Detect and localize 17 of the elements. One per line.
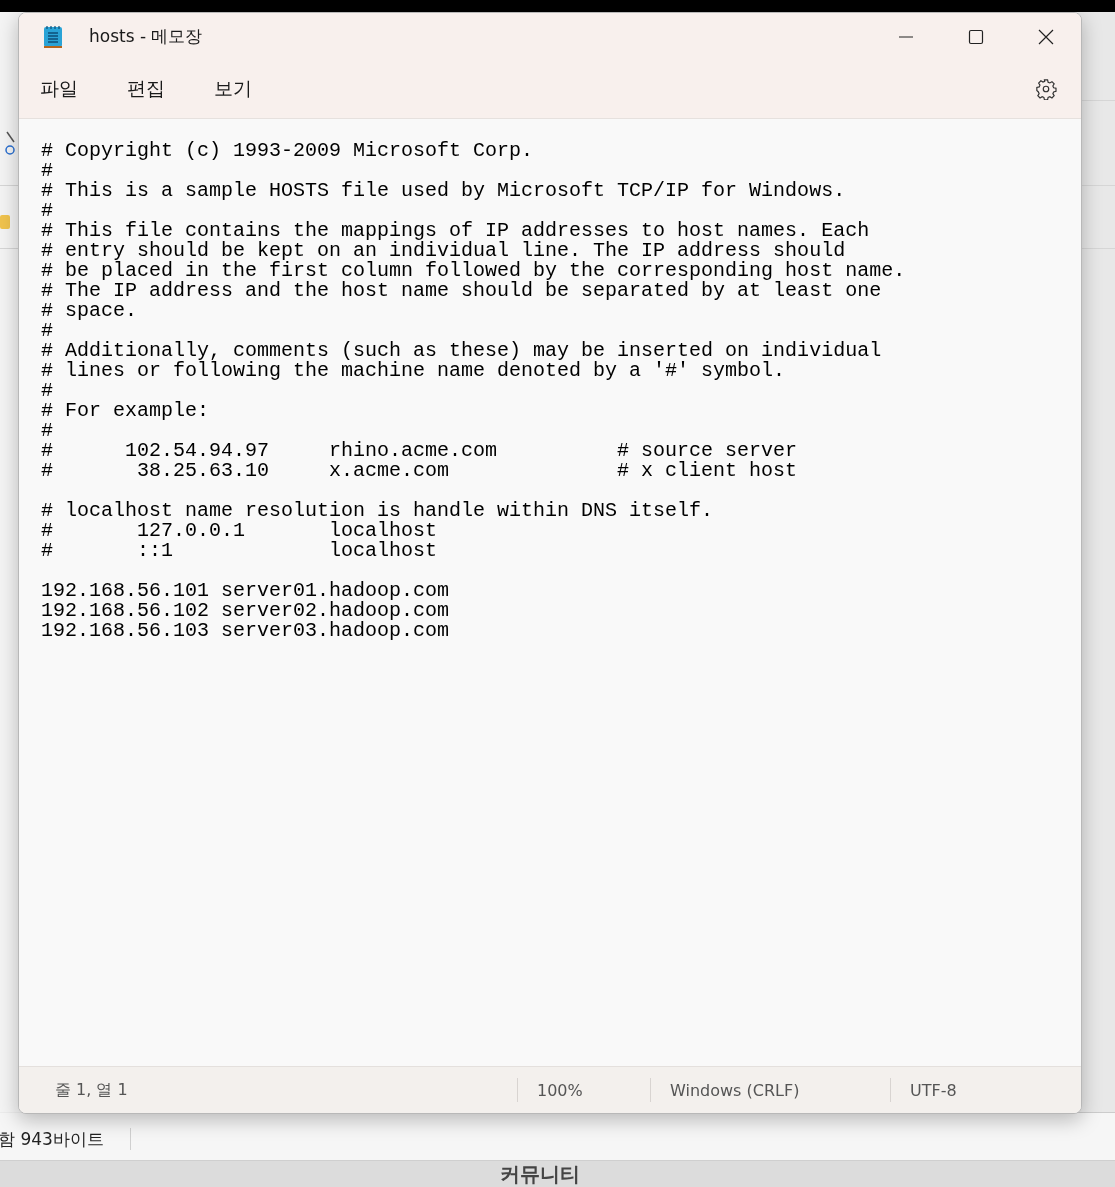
close-icon [1038, 28, 1054, 45]
file-size-text: 함 943바이트 [0, 1128, 104, 1151]
menu-item[interactable]: 파일 [32, 70, 86, 108]
encoding: UTF-8 [910, 1080, 957, 1100]
cursor-position: 줄 1, 열 1 [55, 1079, 128, 1101]
zoom-level: 100% [537, 1080, 583, 1100]
menu-item[interactable]: 편집 [119, 70, 173, 108]
maximize-icon [968, 28, 984, 45]
folder-icon [0, 215, 10, 229]
minimize-icon [898, 35, 914, 38]
gear-icon [1035, 78, 1057, 100]
menu-item[interactable]: 보기 [206, 70, 260, 108]
editor-text[interactable]: # Copyright (c) 1993-2009 Microsoft Corp. # # This is a sample HOSTS file used by Microsoft TCP/IP for Windows. # # This file contains the mappings of IP addresses to host names. Each # entry should be kept on an individual line. The IP address should # be placed in the first column followed by the corresponding host name. # The IP address and the host name should be separated by at least one # space. # # Additionally, comments (such as these) may be inserted on individual # lines or following the machine name denoted by a '#' symbol. # # For example: # # 102.54.94.97 rhino.acme.com # source server # 38.25.63.10 x.acme.com # x client host # localhost name resolution is handle within DNS itself. # 127.0.0.1 localhost # ::1 localhost 192.168.56.101 server01.hadoop.com 192.168.56.102 server02.hadoop.com 192.168.56.103 server03.hadoop.com [41, 141, 906, 641]
section-heading: 커뮤니티 [500, 1163, 580, 1185]
window-title: hosts - 메모장 [89, 25, 204, 48]
line-ending: Windows (CRLF) [670, 1080, 800, 1100]
notepad-icon [43, 24, 63, 49]
